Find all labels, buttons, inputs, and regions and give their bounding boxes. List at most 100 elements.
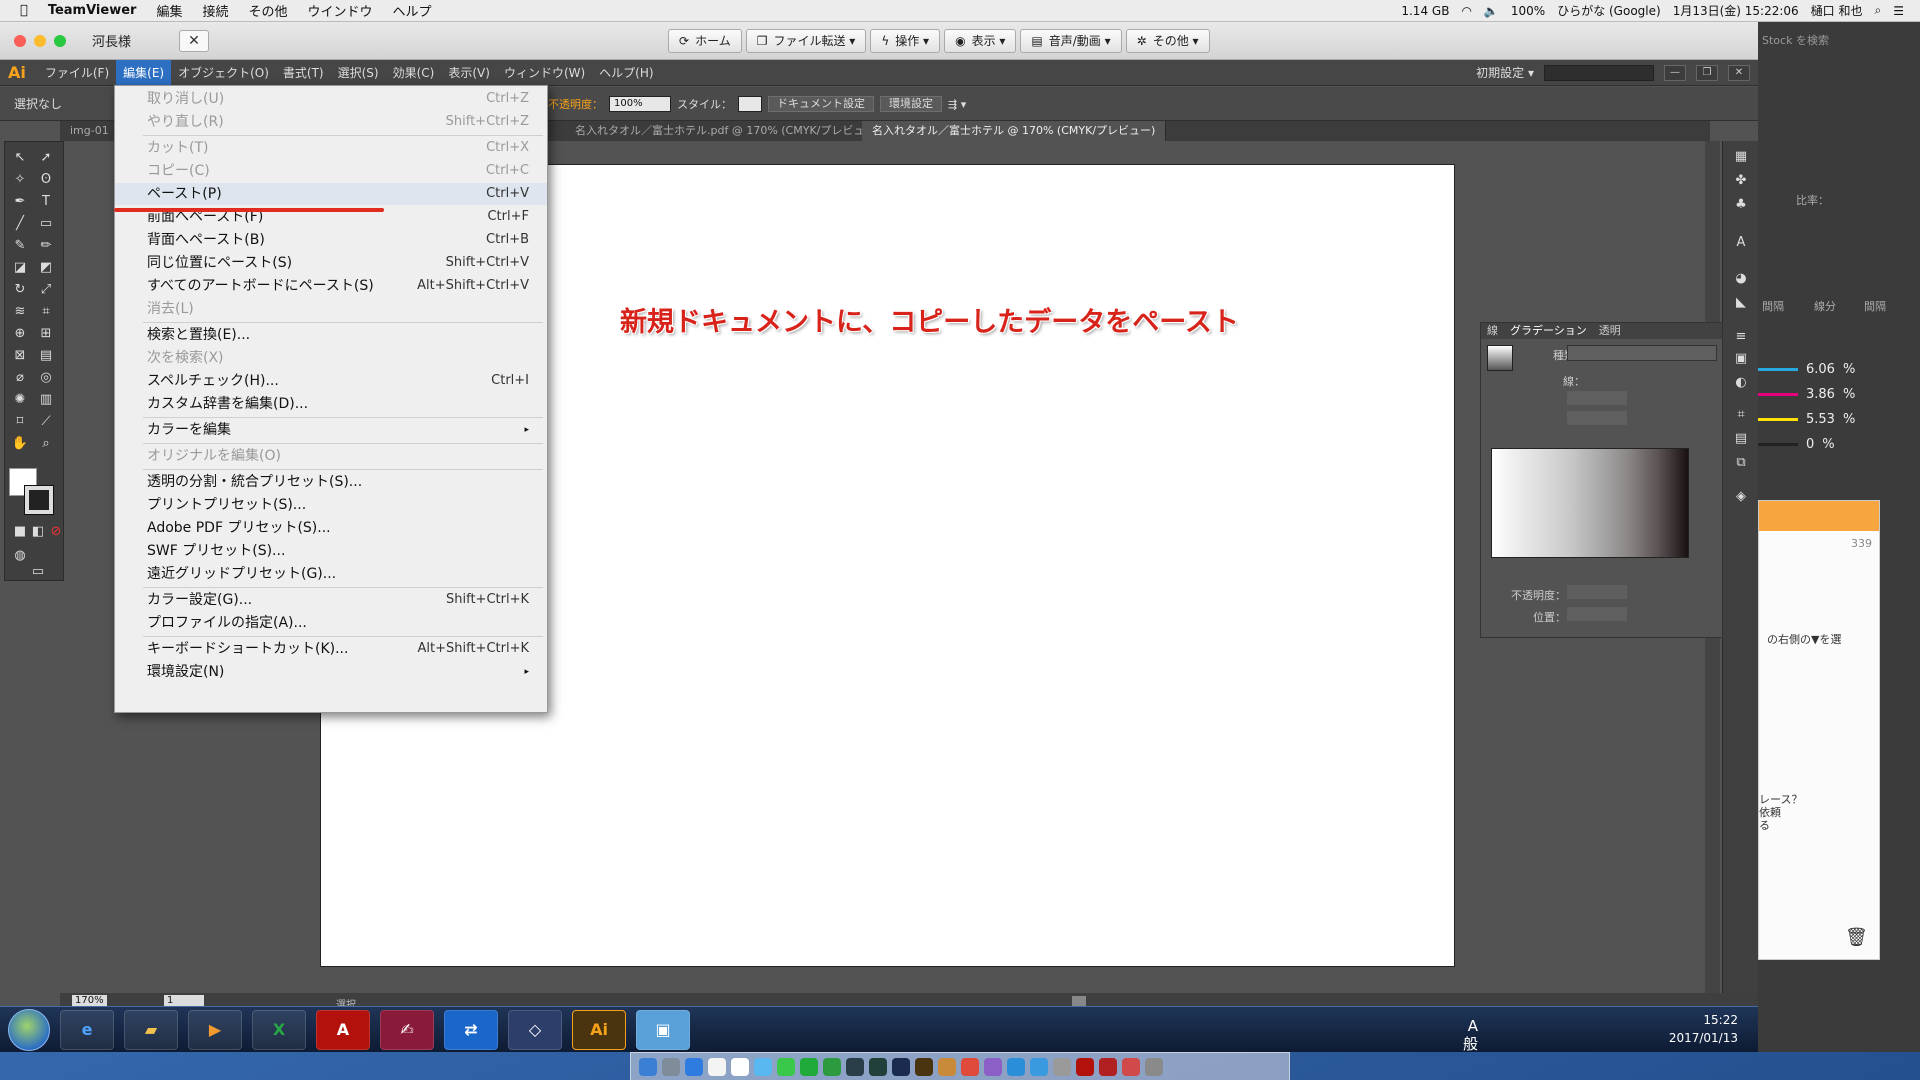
yellow-value[interactable]: 5.53 bbox=[1806, 412, 1835, 427]
panel-align-icon[interactable]: ≡ bbox=[1730, 327, 1752, 347]
panel-gradient-icon[interactable]: ▣ bbox=[1730, 349, 1752, 369]
more-button[interactable]: ✲ その他 ▾ bbox=[1125, 29, 1210, 53]
finder-icon[interactable] bbox=[639, 1057, 657, 1076]
menu-edit[interactable]: 編集(E) bbox=[116, 59, 172, 86]
chrome-icon[interactable] bbox=[961, 1057, 979, 1076]
acrobat-icon[interactable]: A bbox=[316, 1009, 370, 1050]
line-icon[interactable] bbox=[800, 1057, 818, 1076]
flash-icon[interactable] bbox=[1122, 1057, 1140, 1076]
calendar-icon[interactable] bbox=[708, 1057, 726, 1076]
file-transfer-button[interactable]: ❐ ファイル転送 ▾ bbox=[745, 29, 867, 53]
taskbar-date[interactable]: 2017/01/13 bbox=[1669, 1029, 1738, 1047]
mac-menu-other[interactable]: その他 bbox=[248, 1, 287, 20]
memory-status[interactable]: 1.14 GB bbox=[1401, 4, 1449, 18]
panel-appearance-icon[interactable]: ◕ bbox=[1730, 269, 1752, 289]
minimize-button[interactable]: — bbox=[1664, 64, 1686, 81]
hand-tool-icon[interactable]: ✋ bbox=[9, 434, 31, 454]
menu-select[interactable]: 選択(S) bbox=[331, 60, 386, 86]
mac-menu-connect[interactable]: 接続 bbox=[202, 1, 228, 20]
artboard-number-field[interactable]: 1 bbox=[164, 995, 204, 1006]
stroke-swatch[interactable] bbox=[24, 485, 54, 515]
teamviewer-icon[interactable]: ⇄ bbox=[444, 1009, 498, 1050]
rotate-tool-icon[interactable]: ↻ bbox=[9, 280, 31, 300]
mac-menu-edit[interactable]: 編集 bbox=[156, 1, 182, 20]
restore-button[interactable]: ❐ bbox=[1696, 64, 1718, 81]
stock-search-input[interactable]: Stock を検索 bbox=[1762, 32, 1829, 48]
tab-image[interactable]: img-01 bbox=[60, 121, 120, 141]
actions-button[interactable]: ϟ 操作 ▾ bbox=[870, 29, 941, 53]
style-swatch[interactable] bbox=[738, 96, 762, 112]
help-search-input[interactable] bbox=[1544, 64, 1654, 81]
panel-stroke-icon[interactable]: ◣ bbox=[1730, 293, 1752, 313]
magenta-slider[interactable] bbox=[1758, 392, 1798, 396]
black-slider[interactable] bbox=[1758, 442, 1798, 446]
edit-menu-item[interactable]: プロファイルの指定(A)... bbox=[115, 612, 547, 634]
free-transform-tool-icon[interactable]: ⌗ bbox=[35, 302, 57, 322]
edit-menu-item[interactable]: SWF プリセット(S)... bbox=[115, 540, 547, 562]
media-player-icon[interactable]: ▶ bbox=[188, 1009, 242, 1050]
close-button[interactable]: ✕ bbox=[1728, 64, 1750, 81]
clock[interactable]: 1月13日(金) 15:22:06 bbox=[1673, 2, 1799, 19]
symbol-sprayer-tool-icon[interactable]: ✺ bbox=[9, 390, 31, 410]
edit-menu-item[interactable]: 背面へペースト(B) Ctrl+B bbox=[115, 229, 547, 251]
excel-icon[interactable]: X bbox=[252, 1009, 306, 1050]
gradient-opacity-field[interactable] bbox=[1567, 585, 1627, 599]
close-window-icon[interactable] bbox=[14, 34, 26, 47]
app-name[interactable]: TeamViewer bbox=[48, 3, 137, 18]
mac-menu-help[interactable]: ヘルプ bbox=[393, 1, 432, 20]
menu-file[interactable]: ファイル(F) bbox=[38, 60, 116, 86]
edit-menu-item[interactable]: 検索と置換(E)... bbox=[115, 324, 547, 346]
input-source[interactable]: ひらがな (Google) bbox=[1557, 2, 1661, 19]
battery-status[interactable]: 100% bbox=[1511, 4, 1545, 18]
mesh-tool-icon[interactable]: ⊠ bbox=[9, 346, 31, 366]
arrange-icon[interactable]: ⇶ ▾ bbox=[948, 98, 966, 111]
preferences-button[interactable]: 環境設定 bbox=[880, 96, 942, 112]
sign-app-icon[interactable]: ✍ bbox=[380, 1009, 434, 1050]
acrobat-dock-icon[interactable] bbox=[1076, 1057, 1094, 1076]
wifi-icon[interactable]: ◠ bbox=[1461, 4, 1471, 18]
zoom-field[interactable]: 170% bbox=[72, 995, 107, 1006]
panel-artboards-icon[interactable]: ⧉ bbox=[1730, 453, 1752, 473]
selection-tool-icon[interactable]: ↖ bbox=[9, 148, 31, 168]
edit-menu-item[interactable]: カラーを編集 ▸ bbox=[115, 419, 547, 441]
ime-indicator[interactable]: A 般 bbox=[1463, 1017, 1478, 1053]
panel-transparency-icon[interactable]: ◐ bbox=[1730, 373, 1752, 393]
search-icon[interactable]: ⌕ bbox=[1875, 3, 1882, 18]
edit-menu-item[interactable]: Adobe PDF プリセット(S)... bbox=[115, 517, 547, 539]
notification-icon[interactable]: ☰ bbox=[1893, 4, 1904, 18]
panel-brushes-icon[interactable]: ✤ bbox=[1730, 171, 1752, 191]
view-button[interactable]: ◉ 表示 ▾ bbox=[944, 29, 1017, 53]
menu-type[interactable]: 書式(T) bbox=[276, 60, 331, 86]
edit-menu-item[interactable]: 環境設定(N) ▸ bbox=[115, 661, 547, 683]
mac-menu-window[interactable]: ウインドウ bbox=[307, 1, 372, 20]
messages-icon[interactable] bbox=[754, 1057, 772, 1076]
screen-mode-icon[interactable]: ▭ bbox=[27, 562, 49, 582]
width-tool-icon[interactable]: ≋ bbox=[9, 302, 31, 322]
panel-color-guide-icon[interactable]: ▦ bbox=[1730, 147, 1752, 167]
gradient-tool-icon[interactable]: ▤ bbox=[35, 346, 57, 366]
remote-desktop-icon[interactable]: ▣ bbox=[636, 1009, 690, 1050]
panel-layers-icon[interactable]: ◈ bbox=[1730, 487, 1752, 507]
safari-icon[interactable] bbox=[685, 1057, 703, 1076]
slice-tool-icon[interactable]: ⟋ bbox=[35, 412, 57, 432]
direct-selection-tool-icon[interactable]: ➚ bbox=[35, 148, 57, 168]
pen-tool-icon[interactable]: ✒ bbox=[9, 192, 31, 212]
document-setup-button[interactable]: ドキュメント設定 bbox=[768, 96, 874, 112]
volume-icon[interactable]: 🔈 bbox=[1484, 4, 1499, 18]
edit-menu-item[interactable]: スペルチェック(H)... Ctrl+I bbox=[115, 370, 547, 392]
trash-dock-icon[interactable] bbox=[1145, 1057, 1163, 1076]
muse-icon[interactable] bbox=[869, 1057, 887, 1076]
edit-menu-item[interactable]: プリントプリセット(S)... bbox=[115, 494, 547, 516]
aspect-field[interactable] bbox=[1567, 411, 1627, 425]
scale-tool-icon[interactable]: ⤢ bbox=[35, 280, 57, 300]
settings-icon[interactable] bbox=[1053, 1057, 1071, 1076]
artboard-tool-icon[interactable]: ⌑ bbox=[9, 412, 31, 432]
paintbrush-tool-icon[interactable]: ✎ bbox=[9, 236, 31, 256]
edit-menu-item[interactable]: カラー設定(G)... Shift+Ctrl+K bbox=[115, 589, 547, 611]
black-value[interactable]: 0 bbox=[1806, 437, 1814, 452]
user-name[interactable]: 樋口 和也 bbox=[1811, 2, 1863, 19]
edit-menu-item[interactable]: 遠近グリッドプリセット(G)... bbox=[115, 563, 547, 585]
edit-menu-item[interactable]: すべてのアートボードにペースト(S) Alt+Shift+Ctrl+V bbox=[115, 275, 547, 297]
magic-wand-tool-icon[interactable]: ✧ bbox=[9, 170, 31, 190]
facetime-icon[interactable] bbox=[777, 1057, 795, 1076]
